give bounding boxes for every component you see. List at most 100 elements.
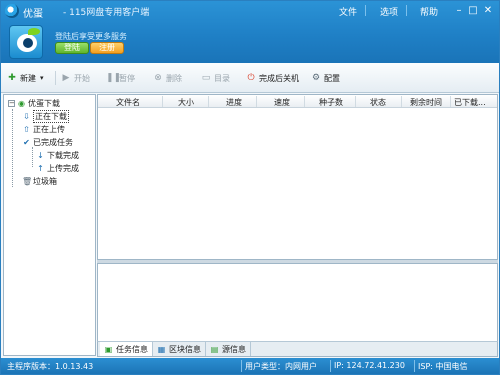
download-icon: ⇩ <box>23 111 30 121</box>
menu-help[interactable]: 帮助 <box>420 5 438 18</box>
new-button[interactable]: ✚ 新建 ▾ <box>7 72 44 84</box>
directory-button[interactable]: ▭ 目录 <box>201 72 230 84</box>
menu-divider <box>365 5 366 16</box>
header-banner: 优蛋 - 115网盘专用客户端 文件 选项 帮助 – □ ✕ 登陆后享受更多服务… <box>1 1 499 63</box>
start-label: 开始 <box>74 73 90 83</box>
config-label: 配置 <box>324 73 340 83</box>
tree-item-download-done[interactable]: ↓ 下载完成 <box>36 149 79 161</box>
menu-file[interactable]: 文件 <box>339 5 357 18</box>
new-label: 新建 <box>20 73 36 83</box>
tree-item-completed[interactable]: ✔ 已完成任务 <box>22 136 73 148</box>
column-divider[interactable] <box>256 96 257 107</box>
column-header-downloaded[interactable]: 已下载... <box>454 97 486 108</box>
column-header-speed[interactable]: 速度 <box>274 97 290 108</box>
menu-options[interactable]: 选项 <box>380 5 398 18</box>
title-bar: 优蛋 - 115网盘专用客户端 文件 选项 帮助 – □ ✕ <box>1 1 499 21</box>
plus-icon: ✚ <box>8 73 16 83</box>
tree-line <box>32 147 33 167</box>
close-icon[interactable]: ✕ <box>482 5 494 16</box>
start-button[interactable]: ▶ 开始 <box>61 72 90 84</box>
column-divider[interactable] <box>450 96 451 107</box>
status-divider <box>414 360 415 372</box>
status-divider <box>330 360 331 372</box>
task-info-icon: ▣ <box>104 344 113 354</box>
menu-divider <box>406 5 407 16</box>
tab-task-info[interactable]: ▣ 任务信息 <box>100 342 153 356</box>
play-icon: ▶ <box>62 73 70 83</box>
tree-item-label: 垃圾箱 <box>33 176 57 186</box>
tab-source-info[interactable]: ▤ 源信息 <box>206 342 251 356</box>
tree-line <box>12 109 13 187</box>
column-header-seeds[interactable]: 种子数 <box>319 97 343 108</box>
isp-text: ISP: 中国电信 <box>418 362 468 371</box>
pause-label: 暂停 <box>119 73 135 83</box>
tab-block-info[interactable]: ▦ 区块信息 <box>153 342 206 356</box>
detail-tabs: ▣ 任务信息 ▦ 区块信息 ▤ 源信息 <box>97 341 498 357</box>
avatar-leaf-shape <box>28 28 40 35</box>
column-header-remaining[interactable]: 剩余时间 <box>410 97 442 108</box>
avatar-pupil-shape <box>23 38 33 48</box>
minimize-icon[interactable]: – <box>453 5 465 16</box>
arrow-down-icon: ↓ <box>37 150 44 160</box>
tree-item-label: 下载完成 <box>47 150 79 160</box>
version-text: 主程序版本：1.0.13.43 <box>7 362 94 371</box>
tree-item-label: 正在上传 <box>33 124 65 134</box>
arrow-up-icon: ↑ <box>37 163 44 173</box>
column-header-status[interactable]: 状态 <box>370 97 386 108</box>
status-bar: 主程序版本：1.0.13.43 用户类型：内网用户 IP: 124.72.41.… <box>1 358 499 374</box>
column-header-progress[interactable]: 进度 <box>226 97 242 108</box>
column-divider[interactable] <box>208 96 209 107</box>
avatar[interactable] <box>9 25 43 59</box>
delete-icon: ⊗ <box>154 73 162 83</box>
tree-item-label: 优蛋下载 <box>28 98 60 108</box>
tab-label: 任务信息 <box>116 344 148 354</box>
detail-panel <box>97 263 498 341</box>
app-window: 优蛋 - 115网盘专用客户端 文件 选项 帮助 – □ ✕ 登陆后享受更多服务… <box>0 0 500 375</box>
tab-label: 源信息 <box>222 344 246 354</box>
column-divider[interactable] <box>162 96 163 107</box>
delete-button[interactable]: ⊗ 删除 <box>153 72 182 84</box>
tree-item-label: 已完成任务 <box>33 137 73 147</box>
source-icon: ▤ <box>210 344 219 354</box>
column-header-filename[interactable]: 文件名 <box>116 97 140 108</box>
collapse-toggle-icon[interactable]: − <box>8 100 15 107</box>
ip-text: IP: 124.72.41.230 <box>334 361 405 370</box>
tree-item-recycle[interactable]: 🗑 垃圾箱 <box>22 175 57 187</box>
app-title: 优蛋 <box>23 9 43 20</box>
tree-item-root[interactable]: ◉ 优蛋下载 <box>17 97 60 109</box>
column-divider[interactable] <box>355 96 356 107</box>
tree-item-uploading[interactable]: ⇧ 正在上传 <box>22 123 65 135</box>
login-tip: 登陆后享受更多服务 <box>55 32 127 41</box>
tab-label: 区块信息 <box>169 344 201 354</box>
toolbar: ✚ 新建 ▾ ▶ 开始 ❚❚ 暂停 ⊗ 删除 ▭ 目录 ⏻ 完成后关机 ⚙ 配置 <box>1 63 499 93</box>
shutdown-after-button[interactable]: ⏻ 完成后关机 <box>246 72 299 84</box>
chevron-down-icon[interactable]: ▾ <box>40 74 44 82</box>
directory-label: 目录 <box>214 73 230 83</box>
power-icon: ⏻ <box>247 73 255 83</box>
user-type-text: 用户类型：内网用户 <box>245 362 317 371</box>
trash-icon: 🗑 <box>22 176 33 186</box>
shutdown-after-label: 完成后关机 <box>259 73 299 83</box>
gear-icon: ⚙ <box>311 73 321 83</box>
pause-button[interactable]: ❚❚ 暂停 <box>106 72 135 84</box>
app-logo-icon <box>5 4 19 18</box>
checkmark-icon: ✔ <box>23 137 30 147</box>
config-button[interactable]: ⚙ 配置 <box>311 72 340 84</box>
tree-item-upload-done[interactable]: ↑ 上传完成 <box>36 162 79 174</box>
task-table: 文件名 大小 进度 速度 种子数 状态 剩余时间 已下载... <box>97 94 498 260</box>
status-divider <box>241 360 242 372</box>
maximize-icon[interactable]: □ <box>467 5 479 16</box>
app-subtitle: - 115网盘专用客户端 <box>63 8 150 18</box>
column-divider[interactable] <box>401 96 402 107</box>
register-button[interactable]: 注册 <box>90 42 124 54</box>
table-header: 文件名 大小 进度 速度 种子数 状态 剩余时间 已下载... <box>98 95 497 108</box>
delete-label: 删除 <box>166 73 182 83</box>
login-button[interactable]: 登陆 <box>55 42 89 54</box>
tree-item-downloading[interactable]: ⇩ 正在下载 <box>22 109 69 123</box>
egg-icon: ◉ <box>18 98 25 108</box>
task-tree: − ◉ 优蛋下载 ⇩ 正在下载 ⇧ 正在上传 ✔ 已完成任务 ↓ 下载完成 ↑ … <box>3 94 96 356</box>
tree-item-label: 正在下载 <box>33 109 69 123</box>
upload-icon: ⇧ <box>23 124 30 134</box>
column-header-size[interactable]: 大小 <box>178 97 194 108</box>
column-divider[interactable] <box>304 96 305 107</box>
